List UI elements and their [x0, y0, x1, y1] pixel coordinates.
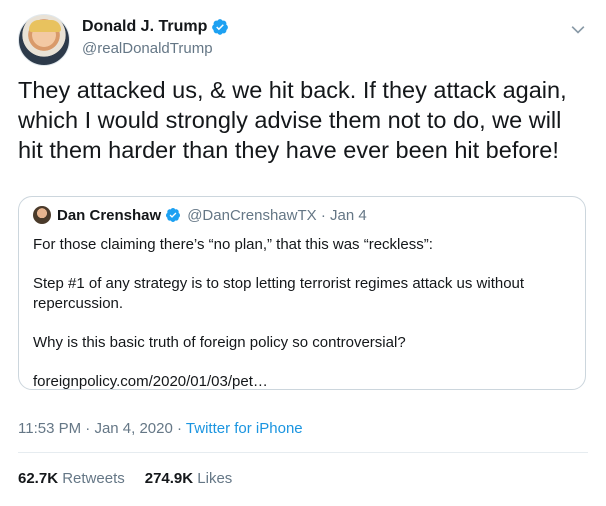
quoted-author-handle: @DanCrenshawTX	[187, 206, 317, 224]
tweet-time[interactable]: 11:53 PM	[18, 420, 81, 437]
verified-badge-icon	[166, 208, 181, 222]
tweet-header: Donald J. Trump @realDonaldTrump	[18, 14, 588, 70]
tweet-text: They attacked us, & we hit back. If they…	[18, 77, 567, 163]
quoted-separator: ·	[320, 206, 326, 224]
tweet-meta: 11:53 PM · Jan 4, 2020 · Twitter for iPh…	[18, 420, 303, 437]
quoted-author-avatar	[33, 206, 51, 224]
author-name-row[interactable]: Donald J. Trump	[82, 18, 229, 36]
divider	[18, 452, 588, 453]
quoted-date: Jan 4	[330, 206, 367, 224]
quoted-link[interactable]: foreignpolicy.com/2020/01/03/pet…	[33, 372, 569, 392]
tweet-stats: 62.7K Retweets 274.9K Likes	[18, 470, 252, 487]
meta-separator: ·	[85, 420, 91, 437]
tweet-source-link[interactable]: Twitter for iPhone	[186, 420, 303, 437]
meta-separator: ·	[177, 420, 183, 437]
likes-stat[interactable]: 274.9K Likes	[145, 470, 233, 487]
quoted-paragraph: For those claiming there’s “no plan,” th…	[33, 236, 433, 253]
quoted-tweet[interactable]: Dan Crenshaw @DanCrenshawTX · Jan 4 For …	[18, 196, 586, 390]
author-handle[interactable]: @realDonaldTrump	[82, 40, 213, 57]
verified-badge-icon	[212, 19, 229, 35]
quoted-tweet-body: For those claiming there’s “no plan,” th…	[33, 235, 569, 411]
quoted-author-name: Dan Crenshaw	[57, 206, 162, 224]
retweets-stat[interactable]: 62.7K Retweets	[18, 470, 125, 487]
quoted-tweet-header: Dan Crenshaw @DanCrenshawTX · Jan 4	[33, 206, 367, 224]
quoted-paragraph: Why is this basic truth of foreign polic…	[33, 334, 406, 351]
retweets-count: 62.7K	[18, 470, 59, 487]
author-display-name[interactable]: Donald J. Trump	[82, 18, 207, 36]
tweet-date[interactable]: Jan 4, 2020	[94, 420, 172, 437]
chevron-down-icon[interactable]	[568, 20, 588, 40]
likes-count: 274.9K	[144, 470, 194, 487]
author-avatar[interactable]	[18, 14, 70, 66]
quoted-paragraph: Step #1 of any strategy is to stop letti…	[33, 275, 525, 312]
likes-label: Likes	[197, 470, 233, 487]
retweets-label: Retweets	[62, 470, 125, 487]
